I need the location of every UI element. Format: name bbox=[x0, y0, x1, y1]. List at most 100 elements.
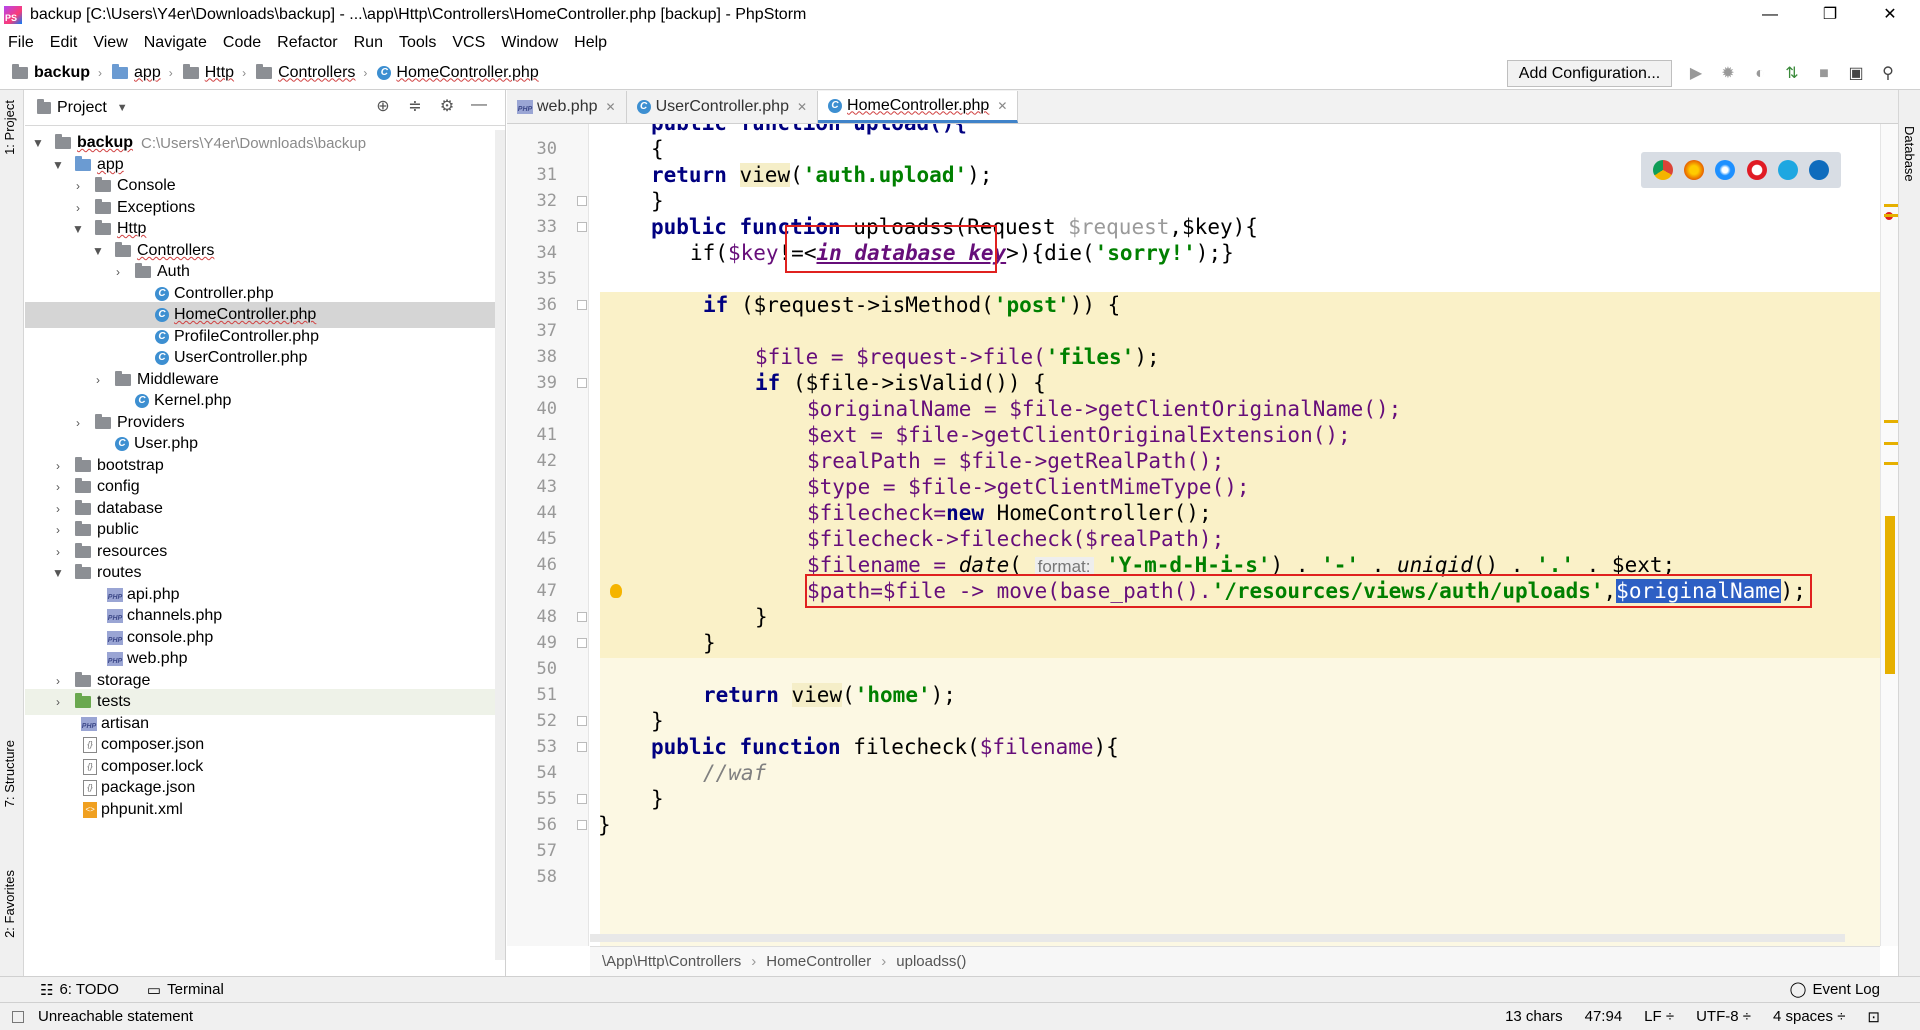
breadcrumb-app[interactable]: app › bbox=[112, 63, 173, 82]
line-number: 53 bbox=[536, 737, 557, 757]
fold-marker[interactable] bbox=[577, 638, 587, 648]
menu-view[interactable]: View bbox=[93, 34, 127, 52]
favorites-tool-tab[interactable]: 2: Favorites bbox=[2, 870, 17, 938]
stripe-mark[interactable] bbox=[1884, 462, 1898, 465]
breadcrumb-controllers[interactable]: Controllers › bbox=[256, 63, 367, 82]
edge-icon[interactable] bbox=[1809, 160, 1830, 180]
fold-marker[interactable] bbox=[577, 378, 587, 388]
menu-refactor[interactable]: Refactor bbox=[277, 34, 337, 52]
firefox-icon[interactable] bbox=[1683, 160, 1704, 180]
menu-help[interactable]: Help bbox=[574, 34, 607, 52]
menu-navigate[interactable]: Navigate bbox=[144, 34, 207, 52]
run-icon[interactable]: ▶ bbox=[1680, 62, 1712, 86]
tab-web-php[interactable]: PHP web.php ✕ bbox=[507, 91, 627, 123]
menu-tools[interactable]: Tools bbox=[399, 34, 436, 52]
menu-run[interactable]: Run bbox=[354, 34, 383, 52]
fold-marker[interactable] bbox=[577, 300, 587, 310]
todo-tool-button[interactable]: ☷ 6: TODO bbox=[40, 981, 119, 999]
code-line: //waf bbox=[703, 761, 767, 785]
opera-icon[interactable] bbox=[1746, 160, 1767, 180]
search-icon[interactable]: ⚲ bbox=[1872, 62, 1904, 86]
project-structure-icon[interactable]: ▣ bbox=[1840, 62, 1872, 86]
stripe-mark[interactable] bbox=[1884, 420, 1898, 423]
close-tab-icon[interactable]: ✕ bbox=[797, 100, 807, 114]
crumb-method[interactable]: uploadss() bbox=[896, 953, 966, 970]
safari-icon[interactable] bbox=[1715, 160, 1736, 180]
fold-marker[interactable] bbox=[577, 222, 587, 232]
tree-item-phpunit-xml[interactable]: <> phpunit.xml bbox=[25, 797, 505, 823]
database-tool-tab[interactable]: Database bbox=[1902, 126, 1917, 182]
line-number: 44 bbox=[536, 503, 557, 523]
close-button[interactable]: ✕ bbox=[1860, 0, 1920, 30]
menu-vcs[interactable]: VCS bbox=[452, 34, 485, 52]
fold-marker[interactable] bbox=[577, 716, 587, 726]
stripe-mark[interactable] bbox=[1885, 516, 1895, 674]
status-message: Unreachable statement bbox=[38, 1008, 194, 1025]
project-view-selector[interactable]: Project bbox=[57, 99, 107, 117]
fold-marker[interactable] bbox=[577, 196, 587, 206]
chrome-icon[interactable] bbox=[1652, 160, 1673, 180]
locate-icon[interactable]: ⊕ bbox=[367, 96, 399, 116]
fold-marker[interactable] bbox=[577, 794, 587, 804]
breadcrumb-backup[interactable]: backup › bbox=[12, 63, 102, 82]
stripe-mark[interactable] bbox=[1884, 214, 1898, 217]
crumb-namespace[interactable]: \App\Http\Controllers bbox=[602, 953, 741, 970]
code-editor[interactable]: public function upload(){ { return view(… bbox=[590, 124, 1880, 946]
profile-icon[interactable]: ⇅ bbox=[1776, 62, 1808, 86]
crumb-class[interactable]: HomeController bbox=[766, 953, 871, 970]
line-number: 31 bbox=[536, 165, 557, 185]
code-line: public function filecheck($filename){ bbox=[651, 735, 1119, 759]
stripe-mark[interactable] bbox=[1884, 442, 1898, 445]
close-tab-icon[interactable]: ✕ bbox=[606, 100, 616, 114]
left-tool-strip: 1: Project 7: Structure 2: Favorites bbox=[0, 90, 24, 976]
add-configuration-button[interactable]: Add Configuration... bbox=[1507, 60, 1672, 87]
file-encoding[interactable]: UTF-8 ÷ bbox=[1696, 1008, 1751, 1026]
intention-bulb-icon[interactable] bbox=[610, 584, 622, 598]
code-line: $file = $request->file('files'); bbox=[755, 345, 1160, 369]
project-scrollbar[interactable] bbox=[495, 130, 505, 960]
fold-marker[interactable] bbox=[577, 742, 587, 752]
restore-button[interactable]: ❐ bbox=[1800, 0, 1860, 30]
line-number: 37 bbox=[536, 321, 557, 341]
menu-code[interactable]: Code bbox=[223, 34, 261, 52]
editor-error-stripe[interactable] bbox=[1880, 124, 1898, 946]
tab-homecontroller-php[interactable]: C HomeController.php ✕ bbox=[818, 91, 1019, 123]
line-number: 39 bbox=[536, 373, 557, 393]
debug-icon[interactable]: ✹ bbox=[1712, 62, 1744, 86]
event-log-button[interactable]: ◯ Event Log bbox=[1790, 980, 1880, 998]
dropdown-arrow-icon[interactable]: ▼ bbox=[117, 102, 128, 114]
ie-icon[interactable] bbox=[1777, 160, 1798, 180]
tab-usercontroller-php[interactable]: C UserController.php ✕ bbox=[627, 91, 819, 123]
hide-icon[interactable]: — bbox=[463, 96, 495, 116]
stripe-mark[interactable] bbox=[1884, 204, 1898, 207]
code-line: } bbox=[598, 813, 611, 837]
breadcrumb-http[interactable]: Http › bbox=[182, 63, 246, 82]
menu-file[interactable]: File bbox=[8, 34, 34, 52]
breadcrumb-homecontroller[interactable]: C HomeController.php bbox=[377, 64, 539, 82]
line-number: 58 bbox=[536, 867, 557, 887]
lock-icon[interactable]: ⊡ bbox=[1867, 1008, 1880, 1026]
code-line: $filecheck=new HomeController(); bbox=[807, 501, 1212, 525]
terminal-tool-button[interactable]: ▭ Terminal bbox=[147, 981, 224, 999]
project-tool-tab[interactable]: 1: Project bbox=[2, 100, 17, 155]
toggle-tool-windows-icon[interactable] bbox=[12, 1011, 24, 1023]
gear-icon[interactable]: ⚙ bbox=[431, 96, 463, 116]
line-number: 46 bbox=[536, 555, 557, 575]
menu-window[interactable]: Window bbox=[501, 34, 558, 52]
fold-marker[interactable] bbox=[577, 612, 587, 622]
caret-position[interactable]: 47:94 bbox=[1585, 1008, 1623, 1026]
structure-tool-tab[interactable]: 7: Structure bbox=[2, 740, 17, 807]
stop-icon[interactable]: ■ bbox=[1808, 62, 1840, 86]
line-number: 36 bbox=[536, 295, 557, 315]
line-separator[interactable]: LF ÷ bbox=[1644, 1008, 1674, 1026]
collapse-all-icon[interactable]: ≑ bbox=[399, 96, 431, 116]
coverage-icon[interactable]: ◐ bbox=[1744, 62, 1776, 86]
close-tab-icon[interactable]: ✕ bbox=[997, 99, 1007, 113]
menu-edit[interactable]: Edit bbox=[50, 34, 78, 52]
horizontal-scrollbar[interactable] bbox=[590, 934, 1845, 942]
indent-setting[interactable]: 4 spaces ÷ bbox=[1773, 1008, 1845, 1026]
line-number: 35 bbox=[536, 269, 557, 289]
fold-marker[interactable] bbox=[577, 820, 587, 830]
minimize-button[interactable]: — bbox=[1740, 0, 1800, 30]
line-number: 42 bbox=[536, 451, 557, 471]
